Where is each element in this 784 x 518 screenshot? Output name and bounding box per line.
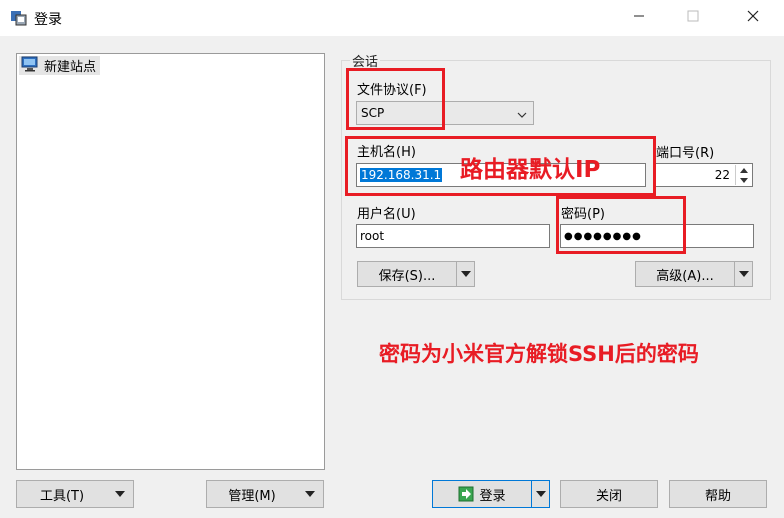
protocol-highlight <box>346 68 445 130</box>
maximize-button[interactable] <box>670 0 716 36</box>
port-value: 22 <box>714 168 730 182</box>
port-spinner[interactable] <box>735 165 752 185</box>
manage-button[interactable]: 管理(M) <box>206 480 324 508</box>
spin-up-icon[interactable] <box>736 165 752 175</box>
close-icon <box>747 10 759 26</box>
password-note-annotation: 密码为小米官方解锁SSH后的密码 <box>379 342 699 366</box>
chevron-down-icon[interactable] <box>734 262 752 286</box>
login-button-main[interactable]: 登录 <box>433 481 531 507</box>
help-button[interactable]: 帮助 <box>669 480 767 508</box>
login-button-label: 登录 <box>479 488 506 504</box>
tools-button[interactable]: 工具(T) <box>16 480 134 508</box>
password-highlight <box>556 196 686 254</box>
window-title: 登录 <box>34 12 62 28</box>
login-icon <box>458 486 474 502</box>
title-bar: 登录 <box>0 0 784 36</box>
spin-down-icon[interactable] <box>736 175 752 185</box>
site-tree[interactable]: 新建站点 <box>16 53 325 470</box>
router-ip-annotation: 路由器默认IP <box>460 157 601 183</box>
advanced-button-label: 高级(A)... <box>656 268 714 284</box>
login-button[interactable]: 登录 <box>432 480 550 508</box>
port-label: 端口号(R) <box>656 146 715 161</box>
advanced-button[interactable]: 高级(A)... <box>635 261 753 287</box>
minimize-button[interactable] <box>616 0 662 36</box>
chevron-down-icon[interactable] <box>531 481 549 507</box>
save-button[interactable]: 保存(S)... <box>357 261 475 287</box>
minimize-icon <box>633 10 645 26</box>
save-button-label: 保存(S)... <box>378 268 436 284</box>
tree-item-label: 新建站点 <box>44 60 97 75</box>
maximize-icon <box>687 10 699 26</box>
manage-button-label: 管理(M) <box>228 488 276 504</box>
chevron-down-icon[interactable] <box>297 481 323 507</box>
user-label: 用户名(U) <box>357 207 416 222</box>
computer-icon <box>21 56 39 76</box>
app-icon <box>10 9 28 27</box>
chevron-down-icon[interactable] <box>107 481 133 507</box>
chevron-down-icon <box>517 108 527 122</box>
user-value: root <box>360 229 385 243</box>
user-input[interactable]: root <box>356 224 550 248</box>
close-window-button[interactable] <box>730 0 776 36</box>
close-button[interactable]: 关闭 <box>560 480 658 508</box>
tools-button-label: 工具(T) <box>39 488 85 504</box>
tree-item-new-site[interactable]: 新建站点 <box>19 56 101 76</box>
chevron-down-icon[interactable] <box>456 262 474 286</box>
